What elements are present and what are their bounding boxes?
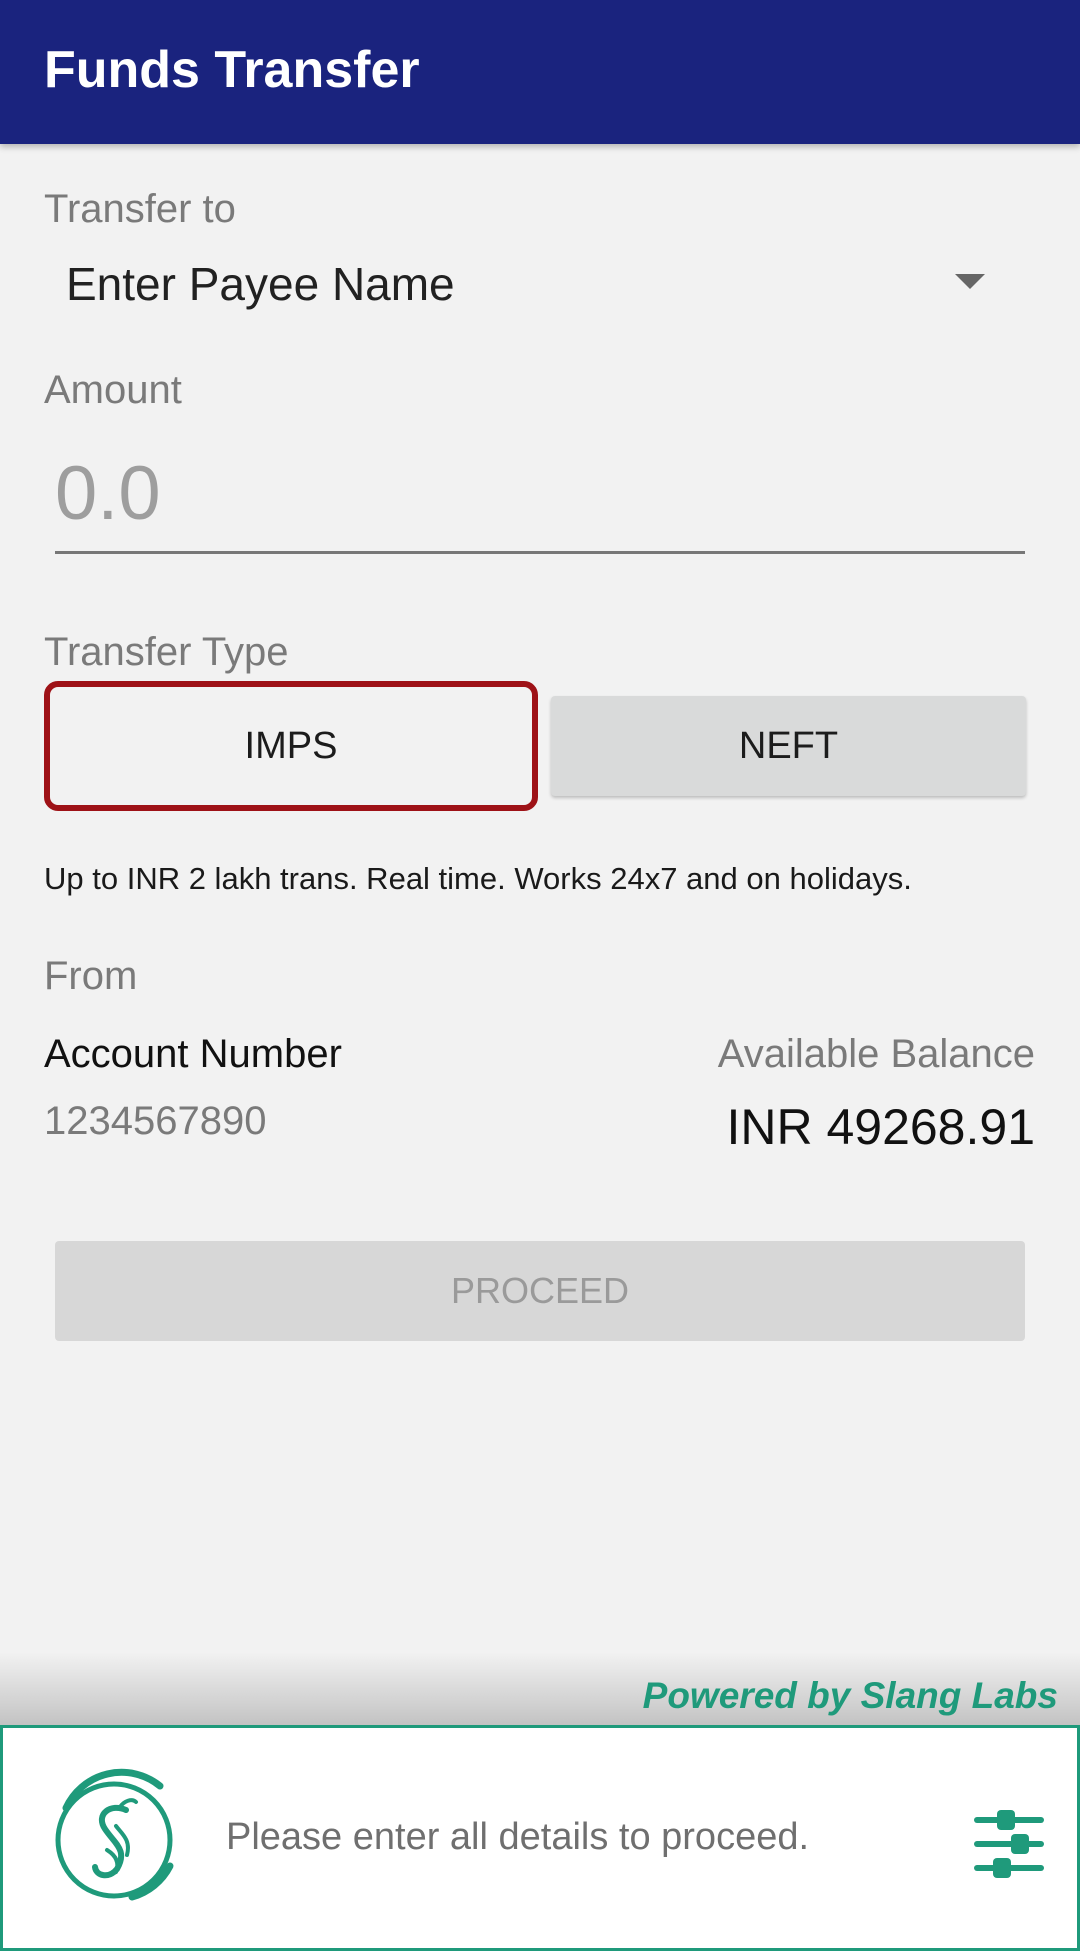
amount-input[interactable]: 0.0 [55,446,1025,554]
from-label: From [44,954,138,998]
amount-placeholder: 0.0 [55,451,161,536]
amount-label: Amount [44,368,182,412]
available-balance-value: INR 49268.91 [726,1099,1035,1155]
powered-by-label: Powered by Slang Labs [642,1675,1058,1716]
chevron-down-icon [955,274,985,289]
payee-dropdown[interactable]: Enter Payee Name [44,248,1004,320]
account-number-label: Account Number [44,1032,342,1076]
proceed-button[interactable]: PROCEED [55,1241,1025,1341]
slang-logo-icon[interactable] [48,1768,186,1906]
assistant-prompt: Please enter all details to proceed. [226,1816,810,1858]
app-bar: Funds Transfer [0,0,1080,144]
available-balance-label: Available Balance [717,1032,1035,1076]
voice-assistant-panel: Please enter all details to proceed. [0,1725,1080,1951]
transfer-type-label: Transfer Type [44,630,289,674]
neft-button[interactable]: NEFT [551,696,1026,796]
transfer-type-description: Up to INR 2 lakh trans. Real time. Works… [44,861,912,896]
sliders-icon[interactable] [973,1808,1045,1880]
payee-placeholder: Enter Payee Name [66,258,455,310]
transfer-to-label: Transfer to [44,187,236,231]
account-number-value: 1234567890 [44,1099,267,1143]
imps-button[interactable]: IMPS [44,681,538,811]
page-title: Funds Transfer [44,41,420,99]
